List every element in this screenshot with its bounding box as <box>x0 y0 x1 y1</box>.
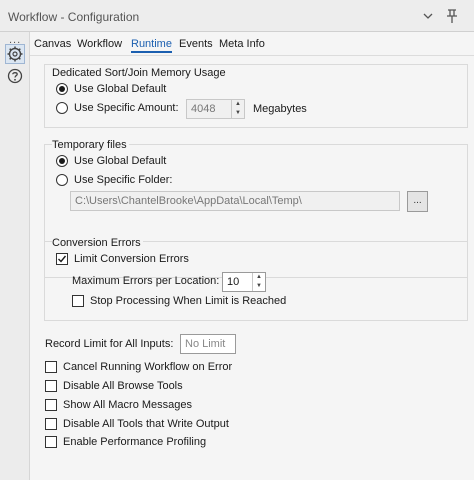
temp-group-title: Temporary files <box>52 139 129 151</box>
temp-global-radio[interactable]: Use Global Default <box>56 155 166 167</box>
spin-up-icon[interactable]: ▲ <box>232 100 244 109</box>
stop-processing-label: Stop Processing When Limit is Reached <box>90 295 287 307</box>
spin-up-icon[interactable]: ▲ <box>253 273 265 282</box>
window-title: Workflow - Configuration <box>8 10 140 24</box>
tab-canvas[interactable]: Canvas <box>34 38 71 50</box>
memory-amount-spinner[interactable]: 4048 ▲ ▼ <box>186 99 245 119</box>
spinner-arrows: ▲ ▼ <box>231 100 244 118</box>
option-label: Disable All Browse Tools <box>63 380 183 392</box>
memory-global-radio[interactable]: Use Global Default <box>56 83 166 95</box>
radio-unselected-icon <box>56 174 68 186</box>
limit-errors-checkbox[interactable]: Limit Conversion Errors <box>56 253 189 265</box>
temp-folder-field[interactable]: C:\Users\ChantelBrooke\AppData\Local\Tem… <box>70 191 400 211</box>
temp-specific-label: Use Specific Folder: <box>74 174 173 186</box>
tab-workflow[interactable]: Workflow <box>77 38 122 50</box>
window-titlebar: Workflow - Configuration <box>0 0 474 32</box>
spin-down-icon[interactable]: ▼ <box>253 282 265 291</box>
chevron-down-icon[interactable] <box>420 7 436 25</box>
option-cancel-on-error[interactable]: Cancel Running Workflow on Error <box>45 361 232 373</box>
pin-icon[interactable] <box>444 7 460 25</box>
memory-specific-label: Use Specific Amount: <box>74 102 179 114</box>
max-errors-label: Maximum Errors per Location: <box>72 275 220 287</box>
radio-selected-icon <box>56 155 68 167</box>
option-label: Show All Macro Messages <box>63 399 192 411</box>
memory-specific-radio[interactable]: Use Specific Amount: <box>56 102 179 114</box>
config-tabs: Canvas Workflow Runtime Events Meta Info <box>30 36 474 54</box>
spin-down-icon[interactable]: ▼ <box>232 109 244 118</box>
option-performance-profiling[interactable]: Enable Performance Profiling <box>45 436 206 448</box>
record-limit-field[interactable]: No Limit <box>180 334 236 354</box>
option-label: Cancel Running Workflow on Error <box>63 361 233 373</box>
gear-icon[interactable] <box>5 44 25 64</box>
help-icon[interactable] <box>5 67 25 87</box>
max-errors-value: 10 <box>227 276 240 288</box>
runtime-panel: Dedicated Sort/Join Memory Usage Use Glo… <box>30 56 474 480</box>
checkbox-unchecked-icon <box>45 380 57 392</box>
checkbox-unchecked-icon <box>45 418 57 430</box>
stop-processing-checkbox[interactable]: Stop Processing When Limit is Reached <box>72 295 286 307</box>
checkbox-unchecked-icon <box>45 361 57 373</box>
checkbox-checked-icon <box>56 253 68 265</box>
limit-errors-label: Limit Conversion Errors <box>74 253 189 265</box>
option-label: Disable All Tools that Write Output <box>63 418 229 430</box>
memory-amount-value: 4048 <box>191 103 216 115</box>
memory-unit-label: Megabytes <box>253 103 307 115</box>
tab-runtime[interactable]: Runtime <box>131 38 172 53</box>
tab-events[interactable]: Events <box>179 38 213 50</box>
memory-group-title: Dedicated Sort/Join Memory Usage <box>52 67 226 79</box>
radio-selected-icon <box>56 83 68 95</box>
browse-button[interactable]: ... <box>407 191 428 212</box>
conversion-group-title: Conversion Errors <box>52 237 143 249</box>
spinner-arrows: ▲ ▼ <box>252 273 265 291</box>
temp-specific-radio[interactable]: Use Specific Folder: <box>56 174 172 186</box>
checkbox-unchecked-icon <box>45 399 57 411</box>
record-limit-label: Record Limit for All Inputs: <box>45 338 174 350</box>
checkbox-unchecked-icon <box>72 295 84 307</box>
config-sidebar: ... <box>0 32 30 480</box>
option-label: Enable Performance Profiling <box>63 436 207 448</box>
option-disable-output-tools[interactable]: Disable All Tools that Write Output <box>45 418 229 430</box>
max-errors-spinner[interactable]: 10 ▲ ▼ <box>222 272 266 292</box>
radio-unselected-icon <box>56 102 68 114</box>
temp-global-label: Use Global Default <box>74 155 167 167</box>
tab-meta-info[interactable]: Meta Info <box>219 38 265 50</box>
checkbox-unchecked-icon <box>45 436 57 448</box>
option-disable-browse[interactable]: Disable All Browse Tools <box>45 380 183 392</box>
memory-global-label: Use Global Default <box>74 83 167 95</box>
option-show-macro-messages[interactable]: Show All Macro Messages <box>45 399 192 411</box>
